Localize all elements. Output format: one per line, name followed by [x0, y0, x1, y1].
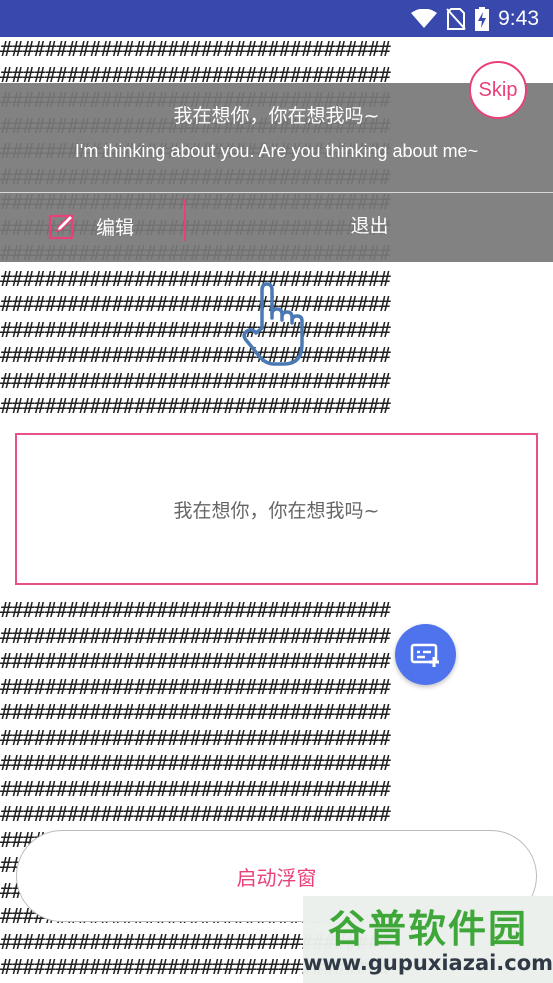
preview-text: 我在想你，你在想我吗~	[173, 499, 380, 522]
launch-button-label: 启动浮窗	[236, 865, 317, 890]
wifi-icon	[411, 8, 438, 28]
battery-charging-icon	[475, 6, 490, 31]
exit-button[interactable]: 退出	[186, 211, 553, 238]
overlay-divider	[0, 192, 553, 193]
overlay-text-english: I'm thinking about you. Are you thinking…	[74, 141, 479, 161]
guide-overlay: 我在想你，你在想我吗~ I'm thinking about you. Are …	[0, 83, 553, 262]
pointing-hand-icon	[242, 282, 304, 366]
skip-button[interactable]: Skip	[469, 61, 527, 119]
status-bar: 9:43	[0, 0, 553, 37]
edit-button[interactable]: 编辑	[48, 212, 134, 240]
no-sim-icon	[446, 7, 466, 30]
floating-add-button[interactable]	[395, 624, 456, 685]
edit-icon	[48, 213, 75, 240]
preview-text-box: 我在想你，你在想我吗~	[15, 433, 538, 585]
watermark: 谷普软件园 www.gupuxiazai.com	[303, 896, 553, 983]
caption-add-icon	[410, 643, 439, 667]
status-time: 9:43	[498, 6, 539, 30]
watermark-url: www.gupuxiazai.com	[303, 951, 553, 975]
status-icons: 9:43	[411, 5, 539, 32]
watermark-logo: 谷普软件园	[327, 907, 528, 951]
edit-label: 编辑	[96, 216, 135, 239]
overlay-text-chinese: 我在想你，你在想我吗~	[173, 105, 380, 127]
